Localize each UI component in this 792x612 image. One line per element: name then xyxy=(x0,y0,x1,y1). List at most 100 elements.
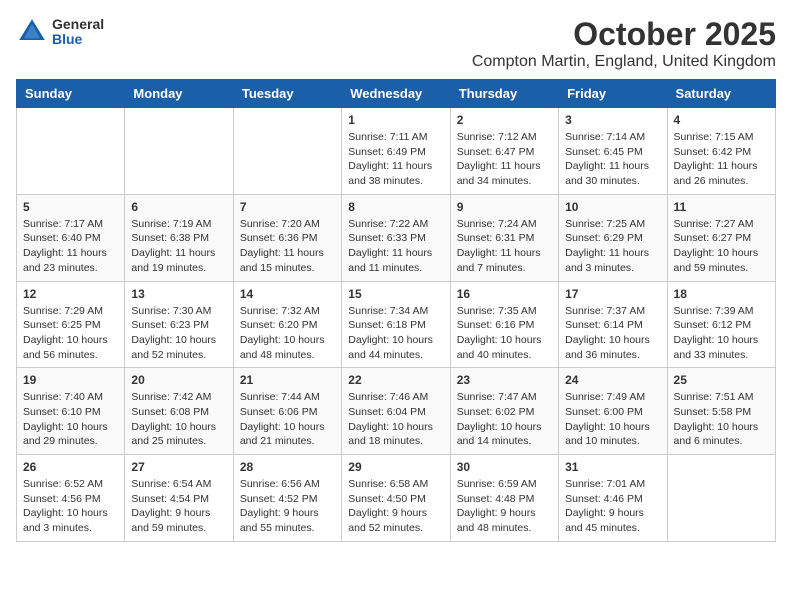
calendar-cell: 27 Sunrise: 6:54 AM Sunset: 4:54 PM Dayli… xyxy=(125,455,233,542)
day-info: Sunrise: 6:54 AM Sunset: 4:54 PM Dayligh… xyxy=(131,477,226,536)
day-info: Sunrise: 7:22 AM Sunset: 6:33 PM Dayligh… xyxy=(348,217,443,276)
calendar-cell: 18Sunrise: 7:39 AM Sunset: 6:12 PM Dayli… xyxy=(667,281,775,368)
day-info: Sunrise: 7:27 AM Sunset: 6:27 PM Dayligh… xyxy=(674,217,769,276)
logo-general: General xyxy=(52,17,104,32)
day-number: 20 xyxy=(131,373,226,387)
page-header: General Blue October 2025 Compton Martin… xyxy=(16,16,776,71)
day-info: Sunrise: 7:11 AM Sunset: 6:49 PM Dayligh… xyxy=(348,130,443,189)
calendar-body: 1 Sunrise: 7:11 AM Sunset: 6:49 PM Daylig… xyxy=(17,108,776,542)
day-number: 31 xyxy=(565,460,660,474)
day-info: Sunrise: 7:15 AM Sunset: 6:42 PM Dayligh… xyxy=(674,130,769,189)
day-info: Sunrise: 7:32 AM Sunset: 6:20 PM Dayligh… xyxy=(240,304,335,363)
day-number: 24 xyxy=(565,373,660,387)
day-number: 10 xyxy=(565,200,660,214)
calendar-cell: 10Sunrise: 7:25 AM Sunset: 6:29 PM Dayli… xyxy=(559,194,667,281)
calendar-cell: 25 Sunrise: 7:51 AM Sunset: 5:58 PM Dayli… xyxy=(667,368,775,455)
calendar-cell: 15 Sunrise: 7:34 AM Sunset: 6:18 PM Dayli… xyxy=(342,281,450,368)
calendar-table: SundayMondayTuesdayWednesdayThursdayFrid… xyxy=(16,79,776,542)
day-number: 18 xyxy=(674,287,769,301)
calendar-cell: 12Sunrise: 7:29 AM Sunset: 6:25 PM Dayli… xyxy=(17,281,125,368)
calendar-cell: 22 Sunrise: 7:46 AM Sunset: 6:04 PM Dayli… xyxy=(342,368,450,455)
day-number: 8 xyxy=(348,200,443,214)
calendar-cell: 20 Sunrise: 7:42 AM Sunset: 6:08 PM Dayli… xyxy=(125,368,233,455)
calendar-cell: 26Sunrise: 6:52 AM Sunset: 4:56 PM Dayli… xyxy=(17,455,125,542)
day-info: Sunrise: 7:44 AM Sunset: 6:06 PM Dayligh… xyxy=(240,390,335,449)
calendar-cell xyxy=(125,108,233,195)
weekday-header-tuesday: Tuesday xyxy=(233,80,341,108)
day-info: Sunrise: 6:56 AM Sunset: 4:52 PM Dayligh… xyxy=(240,477,335,536)
day-number: 14 xyxy=(240,287,335,301)
calendar-header: SundayMondayTuesdayWednesdayThursdayFrid… xyxy=(17,80,776,108)
day-info: Sunrise: 7:35 AM Sunset: 6:16 PM Dayligh… xyxy=(457,304,552,363)
logo-blue-text: Blue xyxy=(52,32,104,47)
weekday-header-friday: Friday xyxy=(559,80,667,108)
day-number: 17 xyxy=(565,287,660,301)
calendar-subtitle: Compton Martin, England, United Kingdom xyxy=(472,53,776,71)
day-info: Sunrise: 6:59 AM Sunset: 4:48 PM Dayligh… xyxy=(457,477,552,536)
day-number: 22 xyxy=(348,373,443,387)
day-info: Sunrise: 7:49 AM Sunset: 6:00 PM Dayligh… xyxy=(565,390,660,449)
day-number: 11 xyxy=(674,200,769,214)
day-info: Sunrise: 7:51 AM Sunset: 5:58 PM Dayligh… xyxy=(674,390,769,449)
day-info: Sunrise: 7:37 AM Sunset: 6:14 PM Dayligh… xyxy=(565,304,660,363)
calendar-cell: 29 Sunrise: 6:58 AM Sunset: 4:50 PM Dayli… xyxy=(342,455,450,542)
day-number: 5 xyxy=(23,200,118,214)
calendar-cell: 19Sunrise: 7:40 AM Sunset: 6:10 PM Dayli… xyxy=(17,368,125,455)
weekday-row: SundayMondayTuesdayWednesdayThursdayFrid… xyxy=(17,80,776,108)
calendar-cell: 6Sunrise: 7:19 AM Sunset: 6:38 PM Daylig… xyxy=(125,194,233,281)
day-number: 4 xyxy=(674,113,769,127)
day-number: 29 xyxy=(348,460,443,474)
weekday-header-monday: Monday xyxy=(125,80,233,108)
calendar-cell: 4 Sunrise: 7:15 AM Sunset: 6:42 PM Daylig… xyxy=(667,108,775,195)
calendar-title: October 2025 xyxy=(472,16,776,53)
weekday-header-saturday: Saturday xyxy=(667,80,775,108)
day-number: 15 xyxy=(348,287,443,301)
day-number: 1 xyxy=(348,113,443,127)
calendar-cell: 7Sunrise: 7:20 AM Sunset: 6:36 PM Daylig… xyxy=(233,194,341,281)
day-info: Sunrise: 7:34 AM Sunset: 6:18 PM Dayligh… xyxy=(348,304,443,363)
calendar-cell: 24 Sunrise: 7:49 AM Sunset: 6:00 PM Dayli… xyxy=(559,368,667,455)
calendar-cell: 30 Sunrise: 6:59 AM Sunset: 4:48 PM Dayli… xyxy=(450,455,558,542)
day-info: Sunrise: 7:42 AM Sunset: 6:08 PM Dayligh… xyxy=(131,390,226,449)
day-info: Sunrise: 7:30 AM Sunset: 6:23 PM Dayligh… xyxy=(131,304,226,363)
calendar-cell xyxy=(17,108,125,195)
day-number: 28 xyxy=(240,460,335,474)
day-number: 23 xyxy=(457,373,552,387)
calendar-cell: 31 Sunrise: 7:01 AM Sunset: 4:46 PM Dayli… xyxy=(559,455,667,542)
day-number: 25 xyxy=(674,373,769,387)
day-info: Sunrise: 7:14 AM Sunset: 6:45 PM Dayligh… xyxy=(565,130,660,189)
calendar-cell xyxy=(233,108,341,195)
calendar-cell: 17 Sunrise: 7:37 AM Sunset: 6:14 PM Dayli… xyxy=(559,281,667,368)
calendar-cell: 5Sunrise: 7:17 AM Sunset: 6:40 PM Daylig… xyxy=(17,194,125,281)
weekday-header-thursday: Thursday xyxy=(450,80,558,108)
calendar-cell: 13 Sunrise: 7:30 AM Sunset: 6:23 PM Dayli… xyxy=(125,281,233,368)
day-info: Sunrise: 7:12 AM Sunset: 6:47 PM Dayligh… xyxy=(457,130,552,189)
calendar-cell: 28 Sunrise: 6:56 AM Sunset: 4:52 PM Dayli… xyxy=(233,455,341,542)
day-number: 19 xyxy=(23,373,118,387)
day-number: 30 xyxy=(457,460,552,474)
day-number: 13 xyxy=(131,287,226,301)
day-info: Sunrise: 6:58 AM Sunset: 4:50 PM Dayligh… xyxy=(348,477,443,536)
logo-text: General Blue xyxy=(52,17,104,48)
day-number: 26 xyxy=(23,460,118,474)
day-number: 9 xyxy=(457,200,552,214)
calendar-cell: 9Sunrise: 7:24 AM Sunset: 6:31 PM Daylig… xyxy=(450,194,558,281)
day-number: 21 xyxy=(240,373,335,387)
calendar-cell: 3 Sunrise: 7:14 AM Sunset: 6:45 PM Daylig… xyxy=(559,108,667,195)
calendar-cell: 16 Sunrise: 7:35 AM Sunset: 6:16 PM Dayli… xyxy=(450,281,558,368)
day-number: 27 xyxy=(131,460,226,474)
week-row-0: 1 Sunrise: 7:11 AM Sunset: 6:49 PM Daylig… xyxy=(17,108,776,195)
logo-icon xyxy=(16,16,48,48)
week-row-1: 5Sunrise: 7:17 AM Sunset: 6:40 PM Daylig… xyxy=(17,194,776,281)
day-info: Sunrise: 7:20 AM Sunset: 6:36 PM Dayligh… xyxy=(240,217,335,276)
day-number: 6 xyxy=(131,200,226,214)
day-info: Sunrise: 7:46 AM Sunset: 6:04 PM Dayligh… xyxy=(348,390,443,449)
week-row-4: 26Sunrise: 6:52 AM Sunset: 4:56 PM Dayli… xyxy=(17,455,776,542)
day-info: Sunrise: 7:01 AM Sunset: 4:46 PM Dayligh… xyxy=(565,477,660,536)
weekday-header-sunday: Sunday xyxy=(17,80,125,108)
calendar-cell: 14 Sunrise: 7:32 AM Sunset: 6:20 PM Dayli… xyxy=(233,281,341,368)
calendar-cell xyxy=(667,455,775,542)
day-number: 3 xyxy=(565,113,660,127)
day-info: Sunrise: 7:29 AM Sunset: 6:25 PM Dayligh… xyxy=(23,304,118,363)
day-number: 16 xyxy=(457,287,552,301)
